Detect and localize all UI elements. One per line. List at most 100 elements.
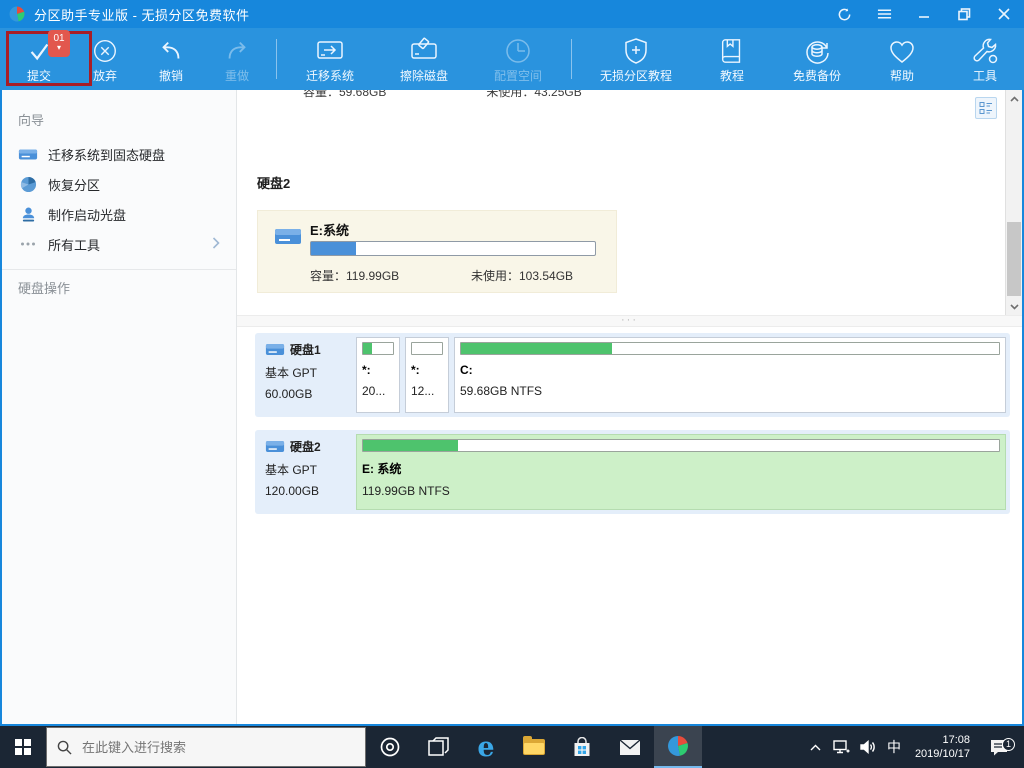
mail-icon	[619, 739, 641, 756]
action-center-button[interactable]: 1	[978, 738, 1020, 757]
disk2-info[interactable]: 硬盘2 基本 GPT 120.00GB	[259, 434, 356, 510]
sidebar-item-all-tools[interactable]: 所有工具	[2, 229, 236, 259]
migrate-system-label: 迁移系统	[306, 67, 354, 84]
close-button[interactable]	[984, 0, 1024, 28]
task-view-button[interactable]	[414, 726, 462, 768]
ime-indicator[interactable]: 中	[881, 737, 907, 757]
partition-block-c[interactable]: C: 59.68GB NTFS	[454, 337, 1006, 413]
partition-size: 20...	[362, 384, 394, 398]
taskbar-search[interactable]	[46, 727, 366, 767]
free-backup-label: 免费备份	[793, 67, 841, 84]
panel-splitter[interactable]: ···	[237, 315, 1022, 327]
scroll-up-icon[interactable]	[1006, 90, 1022, 107]
search-input[interactable]	[82, 740, 322, 755]
drive-icon	[18, 145, 38, 163]
title-bar: 分区助手专业版 - 无损分区免费软件	[0, 0, 1024, 28]
redo-icon	[223, 35, 251, 67]
tray-clock[interactable]: 17:08 2019/10/17	[907, 733, 978, 761]
vertical-scrollbar[interactable]	[1005, 90, 1022, 315]
heart-icon	[887, 35, 917, 67]
cortana-button[interactable]	[366, 726, 414, 768]
usage-bar-fill	[311, 242, 356, 255]
disk-name: 硬盘2	[290, 438, 321, 455]
partition-label: E: 系统	[362, 460, 1000, 477]
capacity-text: 容量：59.68GB	[303, 90, 386, 100]
shield-plus-icon	[621, 35, 651, 67]
partition-name: E:系统	[310, 220, 349, 239]
view-toggle-icon[interactable]	[975, 97, 997, 119]
file-explorer-button[interactable]	[510, 726, 558, 768]
book-icon	[718, 35, 746, 67]
submit-label: 提交	[27, 67, 51, 84]
sidebar-item-label: 迁移系统到固态硬盘	[48, 145, 165, 164]
disk-list: 硬盘1 基本 GPT 60.00GB *: 20... *:	[237, 327, 1022, 724]
partition-strip: *: 20... *: 12... C: 59.68GB NTFS	[356, 337, 1006, 413]
partition-assistant-taskbar-button[interactable]	[654, 726, 702, 768]
usage-bar-fill	[461, 343, 612, 354]
wipe-disk-icon	[408, 35, 440, 67]
disk-type: 基本 GPT	[265, 461, 350, 478]
disk-name: 硬盘1	[290, 341, 321, 358]
migrate-disk-icon	[314, 35, 346, 67]
unused-text: 未使用：103.54GB	[471, 267, 573, 284]
sidebar-section-disk-operations: 硬盘操作	[2, 270, 236, 307]
partition-block-2[interactable]: *: 12...	[405, 337, 449, 413]
disk-size: 120.00GB	[265, 484, 350, 498]
help-button[interactable]: 帮助	[864, 31, 940, 87]
disk2-heading: 硬盘2	[257, 173, 290, 192]
partition-size: 12...	[411, 384, 443, 398]
sidebar: 向导 迁移系统到固态硬盘 恢复分区 制作启动光盘	[2, 90, 237, 724]
refresh-icon[interactable]	[824, 0, 864, 28]
minimize-button[interactable]	[904, 0, 944, 28]
migrate-system-button[interactable]: 迁移系统	[283, 31, 377, 87]
menu-icon[interactable]	[864, 0, 904, 28]
partition-label: *:	[362, 363, 394, 377]
toolbar-separator	[276, 39, 277, 79]
discard-button[interactable]: 放弃	[72, 31, 138, 87]
store-button[interactable]	[558, 726, 606, 768]
help-label: 帮助	[890, 67, 914, 84]
sidebar-item-recover-partition[interactable]: 恢复分区	[2, 169, 236, 199]
tray-chevron-up-icon[interactable]	[803, 744, 829, 751]
tutorial-label: 教程	[720, 67, 744, 84]
tutorial-button[interactable]: 教程	[694, 31, 770, 87]
submit-button[interactable]: 01▾ 提交	[6, 31, 72, 87]
mail-button[interactable]	[606, 726, 654, 768]
redo-label: 重做	[225, 67, 249, 84]
content-area: 容量：59.68GB 未使用：43.25GB 硬盘2 E:系统 容量：119.9…	[237, 90, 1022, 724]
search-icon	[57, 740, 72, 755]
toolbar: 01▾ 提交 放弃 撤销 重做	[0, 28, 1024, 90]
drive-icon	[265, 439, 285, 454]
network-icon[interactable]	[829, 740, 855, 754]
windows-logo-icon	[15, 739, 31, 755]
cortana-icon	[379, 736, 401, 758]
undo-button[interactable]: 撤销	[138, 31, 204, 87]
sidebar-item-make-bootable-disc[interactable]: 制作启动光盘	[2, 199, 236, 229]
window-title: 分区助手专业版 - 无损分区免费软件	[34, 5, 250, 24]
sidebar-item-label: 恢复分区	[48, 175, 100, 194]
sidebar-item-migrate-to-ssd[interactable]: 迁移系统到固态硬盘	[2, 139, 236, 169]
scrollbar-thumb[interactable]	[1007, 222, 1021, 296]
lossless-partition-tutorial-button[interactable]: 无损分区教程	[578, 31, 694, 87]
disk1-info[interactable]: 硬盘1 基本 GPT 60.00GB	[259, 337, 356, 413]
volume-icon[interactable]	[855, 740, 881, 754]
restore-button[interactable]	[944, 0, 984, 28]
partition-label: C:	[460, 363, 1000, 377]
partition-block-1[interactable]: *: 20...	[356, 337, 400, 413]
usage-bar-fill	[363, 440, 458, 451]
free-backup-button[interactable]: 免费备份	[770, 31, 864, 87]
usage-bar	[362, 342, 394, 355]
system-tray: 中 17:08 2019/10/17 1	[803, 726, 1024, 768]
wipe-disk-label: 擦除磁盘	[400, 67, 448, 84]
start-button[interactable]	[0, 726, 46, 768]
sidebar-section-wizard: 向导	[2, 102, 236, 139]
store-icon	[572, 737, 592, 758]
tools-button[interactable]: 工具	[952, 31, 1018, 87]
partition-e-panel[interactable]: E:系统 容量：119.99GB 未使用：103.54GB	[257, 210, 617, 293]
partition-block-e[interactable]: E: 系统 119.99GB NTFS	[356, 434, 1006, 510]
edge-button[interactable]: e	[462, 726, 510, 768]
wipe-disk-button[interactable]: 擦除磁盘	[377, 31, 471, 87]
tools-label: 工具	[973, 67, 997, 84]
scroll-down-icon[interactable]	[1006, 298, 1022, 315]
drive-icon	[265, 342, 285, 357]
